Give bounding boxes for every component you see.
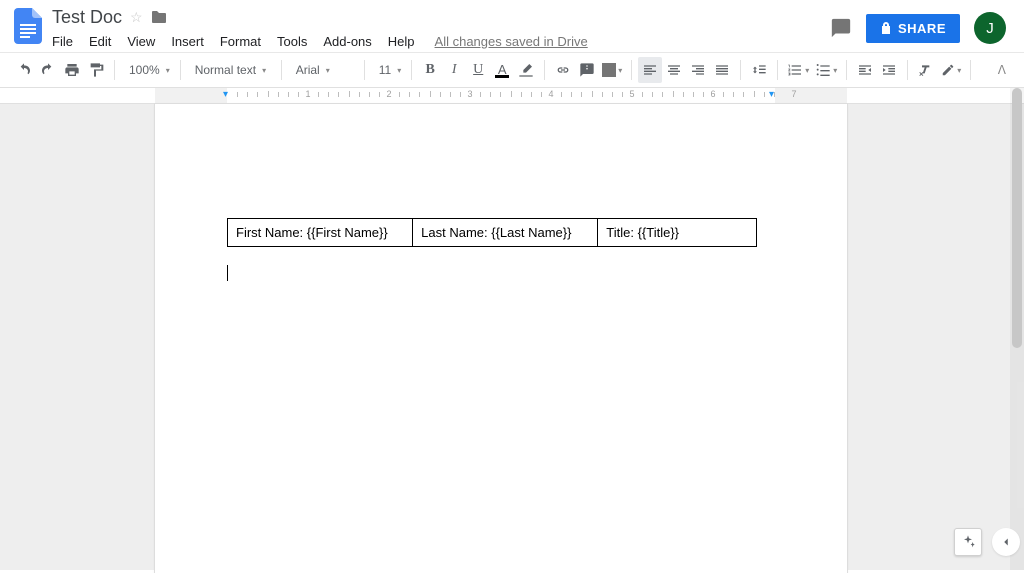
align-justify-button[interactable]: [710, 57, 734, 83]
document-table[interactable]: First Name: {{First Name}} Last Name: {{…: [227, 218, 757, 247]
indent-decrease-button[interactable]: [853, 57, 877, 83]
numbered-list-button[interactable]: ▾: [784, 57, 812, 83]
table-row[interactable]: First Name: {{First Name}} Last Name: {{…: [228, 219, 757, 247]
text-cursor: [227, 265, 228, 281]
text-color-button[interactable]: A: [490, 57, 514, 83]
document-page[interactable]: First Name: {{First Name}} Last Name: {{…: [155, 104, 847, 573]
toolbar: 100%▾ Normal text▾ Arial▾ 11▾ B I U A ▾ …: [0, 52, 1024, 88]
table-cell[interactable]: Last Name: {{Last Name}}: [413, 219, 598, 247]
menu-bar: File Edit View Insert Format Tools Add-o…: [52, 30, 830, 52]
line-spacing-button[interactable]: [747, 57, 771, 83]
menu-insert[interactable]: Insert: [163, 32, 212, 51]
align-right-button[interactable]: [686, 57, 710, 83]
menu-help[interactable]: Help: [380, 32, 423, 51]
align-left-button[interactable]: [638, 57, 662, 83]
horizontal-ruler[interactable]: ▾ ▾ 1234567: [0, 88, 1024, 104]
scrollbar-thumb[interactable]: [1012, 88, 1022, 348]
align-center-button[interactable]: [662, 57, 686, 83]
share-button[interactable]: SHARE: [866, 14, 960, 43]
menu-addons[interactable]: Add-ons: [315, 32, 379, 51]
folder-icon[interactable]: [151, 10, 167, 24]
paint-format-button[interactable]: [84, 57, 108, 83]
menu-format[interactable]: Format: [212, 32, 269, 51]
insert-comment-button[interactable]: [575, 57, 599, 83]
clear-formatting-button[interactable]: [914, 57, 938, 83]
bulleted-list-button[interactable]: ▾: [812, 57, 840, 83]
comment-history-icon[interactable]: [830, 17, 852, 39]
vertical-scrollbar[interactable]: [1010, 88, 1024, 570]
indent-increase-button[interactable]: [877, 57, 901, 83]
print-button[interactable]: [60, 57, 84, 83]
editor-canvas: ▾ ▾ 1234567 First Name: {{First Name}} L…: [0, 88, 1024, 570]
star-icon[interactable]: ☆: [130, 9, 143, 26]
table-cell[interactable]: Title: {{Title}}: [598, 219, 757, 247]
share-label: SHARE: [898, 21, 946, 36]
font-family-select[interactable]: Arial▾: [288, 57, 358, 83]
menu-tools[interactable]: Tools: [269, 32, 315, 51]
italic-button[interactable]: I: [442, 57, 466, 83]
undo-button[interactable]: [12, 57, 36, 83]
account-avatar[interactable]: J: [974, 12, 1006, 44]
insert-image-button[interactable]: ▾: [599, 57, 625, 83]
paragraph-style-select[interactable]: Normal text▾: [187, 57, 275, 83]
document-title[interactable]: Test Doc: [52, 7, 122, 28]
bold-button[interactable]: B: [418, 57, 442, 83]
side-panel-toggle[interactable]: [992, 528, 1020, 556]
highlight-color-button[interactable]: [514, 57, 538, 83]
insert-link-button[interactable]: [551, 57, 575, 83]
menu-file[interactable]: File: [52, 32, 81, 51]
redo-button[interactable]: [36, 57, 60, 83]
font-size-select[interactable]: 11▾: [371, 57, 405, 83]
table-cell[interactable]: First Name: {{First Name}}: [228, 219, 413, 247]
menu-edit[interactable]: Edit: [81, 32, 119, 51]
editing-mode-button[interactable]: ▾: [938, 57, 964, 83]
explore-button[interactable]: [954, 528, 982, 556]
lock-icon: [880, 21, 892, 35]
menu-view[interactable]: View: [119, 32, 163, 51]
save-status[interactable]: All changes saved in Drive: [435, 34, 588, 49]
hide-menus-button[interactable]: ᐱ: [992, 63, 1012, 77]
zoom-select[interactable]: 100%▾: [121, 57, 174, 83]
docs-logo[interactable]: [8, 6, 48, 46]
left-indent-marker[interactable]: ▾: [223, 89, 228, 100]
underline-button[interactable]: U: [466, 57, 490, 83]
